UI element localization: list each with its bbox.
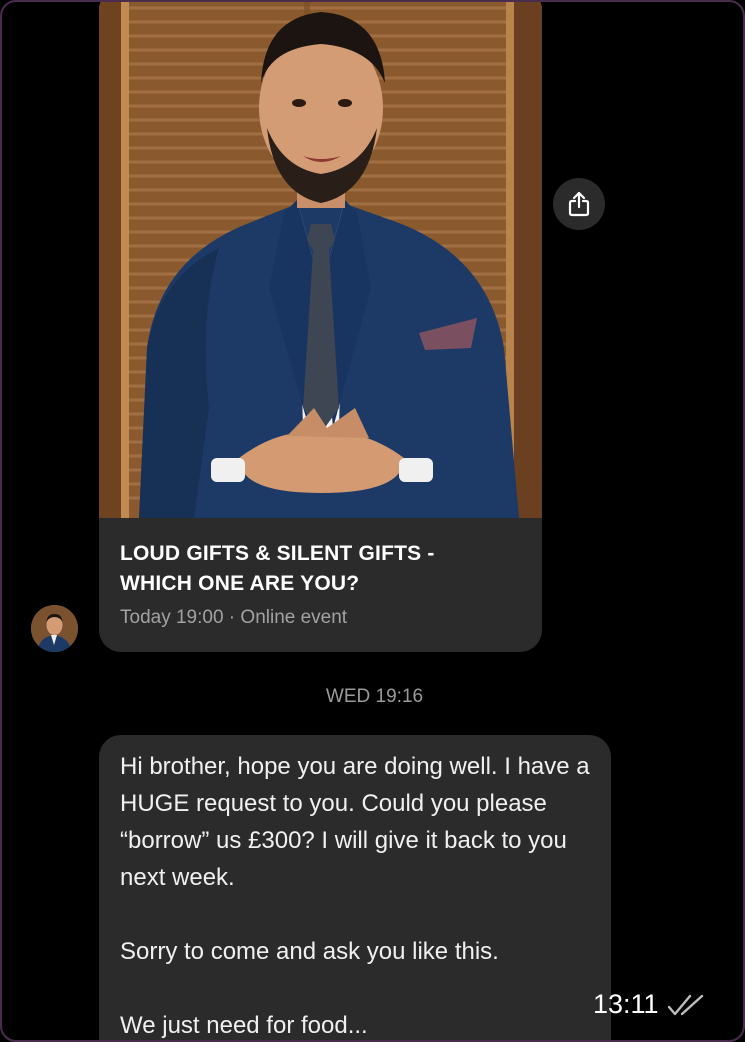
event-info: LOUD GIFTS & SILENT GIFTS - WHICH ONE AR… xyxy=(120,539,520,629)
message-paragraph: We just need for food... xyxy=(120,1012,368,1039)
event-title-line-2: WHICH ONE ARE YOU? xyxy=(120,572,360,595)
avatar-image xyxy=(31,605,78,652)
event-photo[interactable] xyxy=(99,2,542,518)
message-paragraph: Sorry to come and ask you like this. xyxy=(120,938,499,965)
event-meta: Today 19:00 · Online event xyxy=(120,607,348,628)
chat-screen: LOUD GIFTS & SILENT GIFTS - WHICH ONE AR… xyxy=(0,0,745,1042)
share-button[interactable] xyxy=(553,178,605,230)
date-divider: WED 19:16 xyxy=(325,686,424,707)
double-check-icon xyxy=(667,994,703,1015)
event-card[interactable]: LOUD GIFTS & SILENT GIFTS - WHICH ONE AR… xyxy=(99,2,542,652)
message-bubble[interactable]: Hi brother, hope you are doing well. I h… xyxy=(99,735,611,1040)
share-icon xyxy=(568,191,590,217)
message-timestamp: 13:11 xyxy=(593,989,705,1020)
message-text: Hi brother, hope you are doing well. I h… xyxy=(120,748,600,1040)
event-title-line-1: LOUD GIFTS & SILENT GIFTS - xyxy=(120,542,435,565)
event-photo-image xyxy=(99,2,542,518)
avatar[interactable] xyxy=(31,605,78,652)
event-title[interactable]: LOUD GIFTS & SILENT GIFTS - WHICH ONE AR… xyxy=(120,539,520,599)
message-time: 13:11 xyxy=(593,989,659,1019)
message-paragraph: Hi brother, hope you are doing well. I h… xyxy=(120,753,590,891)
